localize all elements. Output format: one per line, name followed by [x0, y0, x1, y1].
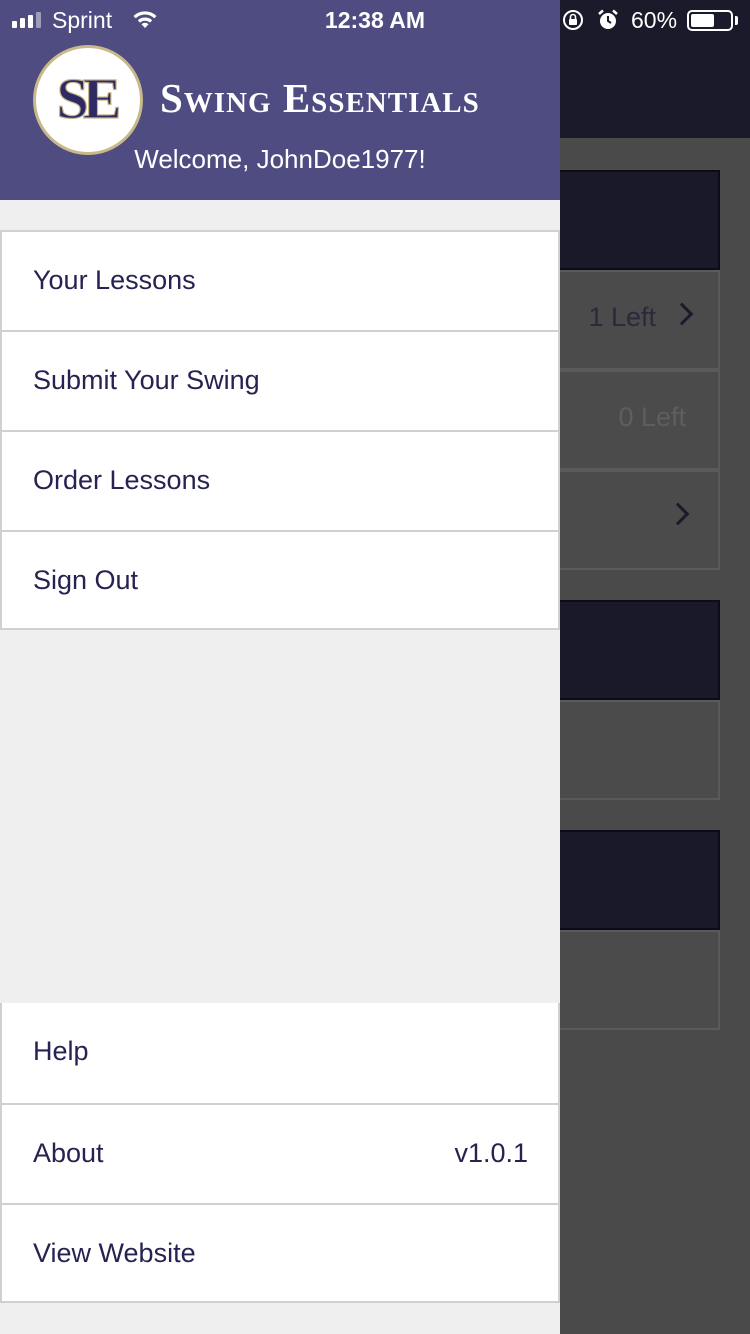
navigation-drawer: SE Swing Essentials Welcome, JohnDoe1977…	[0, 0, 560, 1334]
menu-item-label: Submit Your Swing	[33, 365, 260, 395]
chevron-right-icon	[670, 302, 694, 326]
menu-item-sign-out[interactable]: Sign Out	[0, 530, 560, 630]
menu-item-label: About	[33, 1138, 104, 1168]
brand-title: Swing Essentials	[160, 75, 480, 121]
swing-essentials-logo-icon: SE	[56, 65, 125, 131]
background-row-value: 0 Left	[618, 402, 686, 432]
battery-cap	[735, 16, 738, 25]
battery-percent: 60%	[631, 7, 678, 33]
welcome-message: Welcome, JohnDoe1977!	[0, 144, 560, 175]
menu-item-view-website[interactable]: View Website	[0, 1203, 560, 1303]
menu-item-submit-your-swing[interactable]: Submit Your Swing	[0, 330, 560, 430]
status-bar: Sprint 12:38 AM 60%	[0, 0, 750, 40]
welcome-text: Welcome, JohnDoe1977!	[134, 144, 426, 174]
menu-item-help[interactable]: Help	[0, 1003, 560, 1103]
chevron-right-icon	[666, 502, 690, 526]
alarm-icon	[598, 9, 618, 29]
menu-item-your-lessons[interactable]: Your Lessons	[0, 230, 560, 330]
drawer-menu-secondary: Help About v1.0.1 View Website	[0, 1003, 560, 1303]
menu-item-about[interactable]: About v1.0.1	[0, 1103, 560, 1203]
menu-item-label: Help	[33, 1036, 89, 1066]
battery-icon	[687, 10, 733, 31]
background-row-value: 1 Left	[588, 302, 656, 332]
app-logo: SE	[33, 45, 143, 155]
drawer-menu-main: Your Lessons Submit Your Swing Order Les…	[0, 230, 560, 630]
orientation-lock-icon	[563, 10, 583, 30]
svg-text:SE: SE	[57, 66, 119, 131]
app-version: v1.0.1	[454, 1138, 528, 1168]
menu-item-label: Order Lessons	[33, 465, 211, 495]
menu-item-label: Sign Out	[33, 565, 139, 595]
menu-item-label: Your Lessons	[33, 265, 196, 295]
menu-item-order-lessons[interactable]: Order Lessons	[0, 430, 560, 530]
menu-item-label: View Website	[33, 1238, 196, 1268]
